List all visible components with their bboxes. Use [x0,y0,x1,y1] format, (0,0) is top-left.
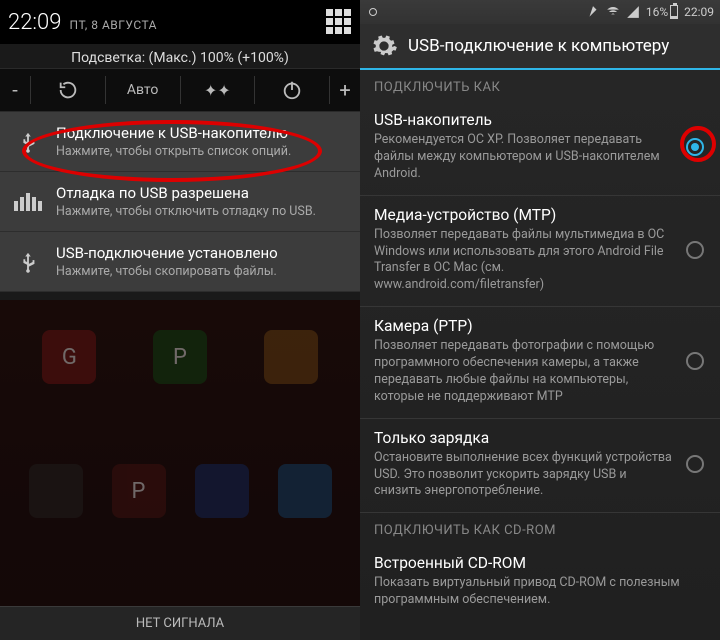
option-desc: Позволяет передавать фотографии с помощь… [374,338,674,406]
notif-sub: Нажмите, чтобы скопировать файлы. [56,264,278,279]
brightness-night-button[interactable]: ✦✦ [181,81,255,100]
notif-title: Подключение к USB-накопителю [56,124,291,142]
option-title: Камера (PTP) [374,317,674,335]
brightness-power-button[interactable] [255,79,329,101]
notif-usb-debug[interactable]: Отладка по USB разрешена Нажмите, чтобы … [0,172,360,232]
carrier-status: НЕТ СИГНАЛА [0,606,360,640]
option-desc: Позволяет передавать файлы мультимедиа в… [374,227,674,295]
radio-usb-storage[interactable] [684,111,706,183]
section-header-cdrom: ПОДКЛЮЧИТЬ КАК CD-ROM [360,513,720,544]
brightness-plus-button[interactable]: + [330,78,360,102]
radio-charge-only[interactable] [684,429,706,501]
option-title: Медиа-устройство (MTP) [374,206,674,224]
option-title: Только зарядка [374,429,674,447]
bluetooth-icon [586,5,600,19]
notif-sub: Нажмите, чтобы отключить отладку по USB. [56,204,316,219]
option-ptp[interactable]: Камера (PTP) Позволяет передавать фотогр… [360,307,720,419]
option-desc: Рекомендуется ОС XP. Позволяет передават… [374,132,674,183]
app-icon[interactable]: P [153,330,207,384]
titlebar: USB-подключение к компьютеру [360,24,720,70]
radio-ptp[interactable] [684,317,706,406]
phone-right-settings: 16% 22:09 USB-подключение к компьютеру П… [360,0,720,640]
brightness-auto-button[interactable]: Авто [106,82,180,98]
brightness-label: Подсветка: (Макс.) 100% (+100%) [0,44,360,68]
app-icon[interactable]: P [112,464,166,518]
date: ПТ, 8 АВГУСТА [69,18,157,32]
brightness-minus-button[interactable]: - [0,78,30,102]
battery-indicator: 16% [646,5,678,19]
brightness-bar: - Авто ✦✦ + [0,68,360,112]
notif-usb-storage[interactable]: Подключение к USB-накопителю Нажмите, чт… [0,112,360,172]
gear-icon[interactable] [370,32,398,60]
option-charge-only[interactable]: Только зарядка Остановите выполнение все… [360,419,720,514]
home-screen-dim: G P P [0,300,360,640]
phone-left-shade: 22:09 ПТ, 8 АВГУСТА Подсветка: (Макс.) 1… [0,0,360,640]
brightness-icon [366,5,380,19]
brightness-refresh-button[interactable] [31,79,105,101]
app-icon[interactable] [264,330,318,384]
signal-icon [626,5,640,19]
notif-usb-connected[interactable]: USB-подключение установлено Нажмите, что… [0,232,360,292]
option-desc: Показать виртуальный привод CD-ROM с пол… [374,575,696,609]
wifi-icon [606,5,620,19]
battery-icon [670,5,678,19]
stars-icon: ✦✦ [204,81,231,100]
section-header-connect-as: ПОДКЛЮЧИТЬ КАК [360,70,720,101]
app-icon[interactable] [278,464,332,518]
usb-icon [12,131,44,153]
option-mtp[interactable]: Медиа-устройство (MTP) Позволяет передав… [360,196,720,308]
clock: 22:09 [8,10,61,35]
page-title: USB-подключение к компьютеру [408,36,669,56]
app-icon[interactable] [195,464,249,518]
clock: 22:09 [684,5,714,19]
option-usb-storage[interactable]: USB-накопитель Рекомендуется ОС XP. Позв… [360,101,720,196]
statusbar: 22:09 ПТ, 8 АВГУСТА [0,0,360,44]
option-cdrom[interactable]: Встроенный CD-ROM Показать виртуальный п… [360,544,720,621]
usb-icon [12,251,44,273]
notif-title: USB-подключение установлено [56,244,278,262]
power-icon [281,79,303,101]
statusbar: 16% 22:09 [360,0,720,24]
option-title: USB-накопитель [374,111,674,129]
battery-percent: 16% [646,5,668,19]
refresh-icon [57,79,79,101]
quicksettings-grid-icon[interactable] [326,9,352,35]
barcode-icon [12,193,44,211]
app-icon[interactable]: G [42,330,96,384]
notif-title: Отладка по USB разрешена [56,184,316,202]
option-desc: Остановите выполнение всех функций устро… [374,450,674,501]
app-icon[interactable] [29,464,83,518]
option-title: Встроенный CD-ROM [374,554,696,572]
notif-sub: Нажмите, чтобы открыть список опций. [56,144,291,159]
radio-mtp[interactable] [684,206,706,295]
